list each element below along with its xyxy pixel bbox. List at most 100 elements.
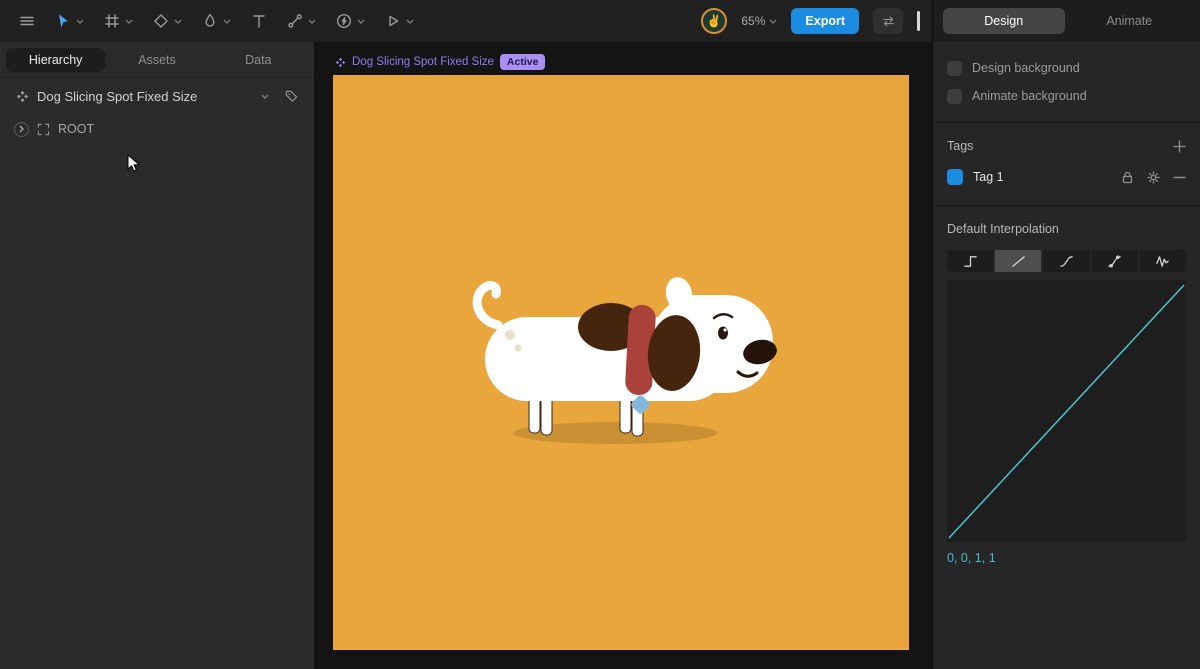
toolbar-tools	[0, 8, 421, 34]
artboard-item-actions	[261, 90, 298, 103]
animate-background-checkbox[interactable]	[947, 89, 962, 104]
select-tool-button[interactable]	[48, 8, 91, 34]
layout-swap-button[interactable]	[873, 8, 903, 34]
interp-custom-cubic-button[interactable]	[1092, 250, 1138, 272]
artboard-title[interactable]: Dog Slicing Spot Fixed Size	[352, 56, 494, 68]
add-tag-icon[interactable]	[1173, 140, 1186, 153]
elastic-curve-icon	[1155, 254, 1170, 269]
paint-tool-button[interactable]	[195, 8, 238, 34]
tree-item-label: ROOT	[58, 122, 94, 136]
remove-tag-icon[interactable]	[1173, 171, 1186, 184]
shapes-tool-button[interactable]	[146, 8, 189, 34]
design-background-row: Design background	[947, 54, 1186, 82]
artboard-tool-button[interactable]	[97, 8, 140, 34]
tag-color-swatch[interactable]	[947, 169, 963, 185]
text-icon	[251, 13, 267, 29]
interp-cubic-button[interactable]	[1043, 250, 1089, 272]
custom-cubic-icon	[1107, 254, 1122, 269]
artboard-diamonds-icon	[16, 90, 29, 103]
tree-item-root[interactable]: ROOT	[0, 114, 314, 144]
zoom-control[interactable]: 65%	[741, 14, 777, 28]
linear-curve-icon	[1011, 254, 1026, 269]
chevron-down-icon[interactable]	[261, 94, 269, 99]
main-area: Hierarchy Assets Data Dog Slicing Spot F…	[0, 42, 1200, 669]
artboard-header: Dog Slicing Spot Fixed Size Active	[335, 54, 545, 70]
interpolation-section: Default Interpolation	[933, 206, 1200, 577]
hierarchy-panel: Hierarchy Assets Data Dog Slicing Spot F…	[0, 42, 315, 669]
inspector-panel: Design background Animate background Tag…	[932, 42, 1200, 669]
hamburger-icon	[19, 13, 35, 29]
interp-elastic-button[interactable]	[1140, 250, 1186, 272]
export-button[interactable]: Export	[791, 8, 859, 34]
bone-tool-button[interactable]	[280, 8, 323, 34]
zoom-level: 65%	[741, 14, 765, 28]
chevron-down-icon	[174, 19, 182, 24]
tab-hierarchy[interactable]: Hierarchy	[6, 48, 105, 72]
animate-background-label: Animate background	[972, 89, 1087, 103]
chevron-right-icon	[19, 125, 24, 133]
left-panel-tabs: Hierarchy Assets Data	[0, 42, 314, 78]
dog-illustration	[333, 75, 909, 650]
rive-editor-window: ✌ 65% Export Design Animate Hierarchy As…	[0, 0, 1200, 669]
interp-hold-button[interactable]	[947, 250, 993, 272]
interpolation-type-buttons	[947, 250, 1186, 272]
bone-icon	[287, 13, 303, 29]
artboard-list-item[interactable]: Dog Slicing Spot Fixed Size	[0, 78, 314, 114]
toolbar-right-group: ✌ 65% Export	[701, 8, 932, 34]
design-background-checkbox[interactable]	[947, 61, 962, 76]
mouse-cursor	[126, 154, 142, 174]
tab-animate[interactable]: Animate	[1069, 8, 1191, 34]
menu-button[interactable]	[12, 8, 42, 34]
interp-linear-button[interactable]	[995, 250, 1041, 272]
tab-data[interactable]: Data	[209, 48, 308, 72]
avatar[interactable]: ✌	[701, 8, 727, 34]
lock-icon[interactable]	[1121, 171, 1134, 184]
status-badge: Active	[500, 54, 546, 70]
tags-section: Tags Tag 1	[933, 123, 1200, 206]
artboard-diamonds-icon	[335, 57, 346, 68]
hold-curve-icon	[963, 254, 978, 269]
gear-icon[interactable]	[1147, 171, 1160, 184]
artboard[interactable]	[333, 75, 909, 650]
mode-switcher: Design Animate	[932, 0, 1200, 42]
background-options-section: Design background Animate background	[933, 42, 1200, 123]
design-background-label: Design background	[972, 61, 1080, 75]
tags-title: Tags	[947, 139, 973, 153]
cubic-curve-icon	[1059, 254, 1074, 269]
animate-background-row: Animate background	[947, 82, 1186, 110]
cursor-icon	[55, 13, 71, 29]
tag-name: Tag 1	[973, 170, 1004, 184]
chevron-down-icon	[308, 19, 316, 24]
cubic-values: 0, 0, 1, 1	[947, 551, 1186, 565]
play-icon	[385, 13, 401, 29]
chevron-down-icon	[769, 19, 777, 24]
node-icon	[37, 123, 50, 136]
play-tool-button[interactable]	[378, 8, 421, 34]
chevron-down-icon	[223, 19, 231, 24]
chevron-down-icon	[406, 19, 414, 24]
tab-assets[interactable]: Assets	[107, 48, 206, 72]
interpolation-title: Default Interpolation	[947, 222, 1059, 236]
tag-row[interactable]: Tag 1	[947, 161, 1186, 193]
text-tool-button[interactable]	[244, 8, 274, 34]
chevron-down-icon	[125, 19, 133, 24]
lightning-icon	[336, 13, 352, 29]
interpolation-graph[interactable]	[947, 280, 1186, 542]
chevron-down-icon	[357, 19, 365, 24]
swap-arrows-icon	[882, 15, 895, 28]
tag-actions	[1121, 171, 1186, 184]
frame-icon	[104, 13, 120, 29]
panel-resize-handle[interactable]	[917, 11, 920, 31]
interpolation-header: Default Interpolation	[947, 218, 1186, 240]
events-tool-button[interactable]	[329, 8, 372, 34]
tab-design[interactable]: Design	[943, 8, 1065, 34]
chevron-down-icon	[76, 19, 84, 24]
stage-canvas[interactable]: Dog Slicing Spot Fixed Size Active	[315, 42, 932, 669]
interpolation-curve	[947, 280, 1186, 542]
tags-header: Tags	[947, 135, 1186, 157]
diamond-shape-icon	[153, 13, 169, 29]
expand-toggle[interactable]	[14, 122, 29, 137]
artboard-item-label: Dog Slicing Spot Fixed Size	[37, 89, 197, 104]
ink-drop-icon	[202, 13, 218, 29]
tag-icon[interactable]	[285, 90, 298, 103]
